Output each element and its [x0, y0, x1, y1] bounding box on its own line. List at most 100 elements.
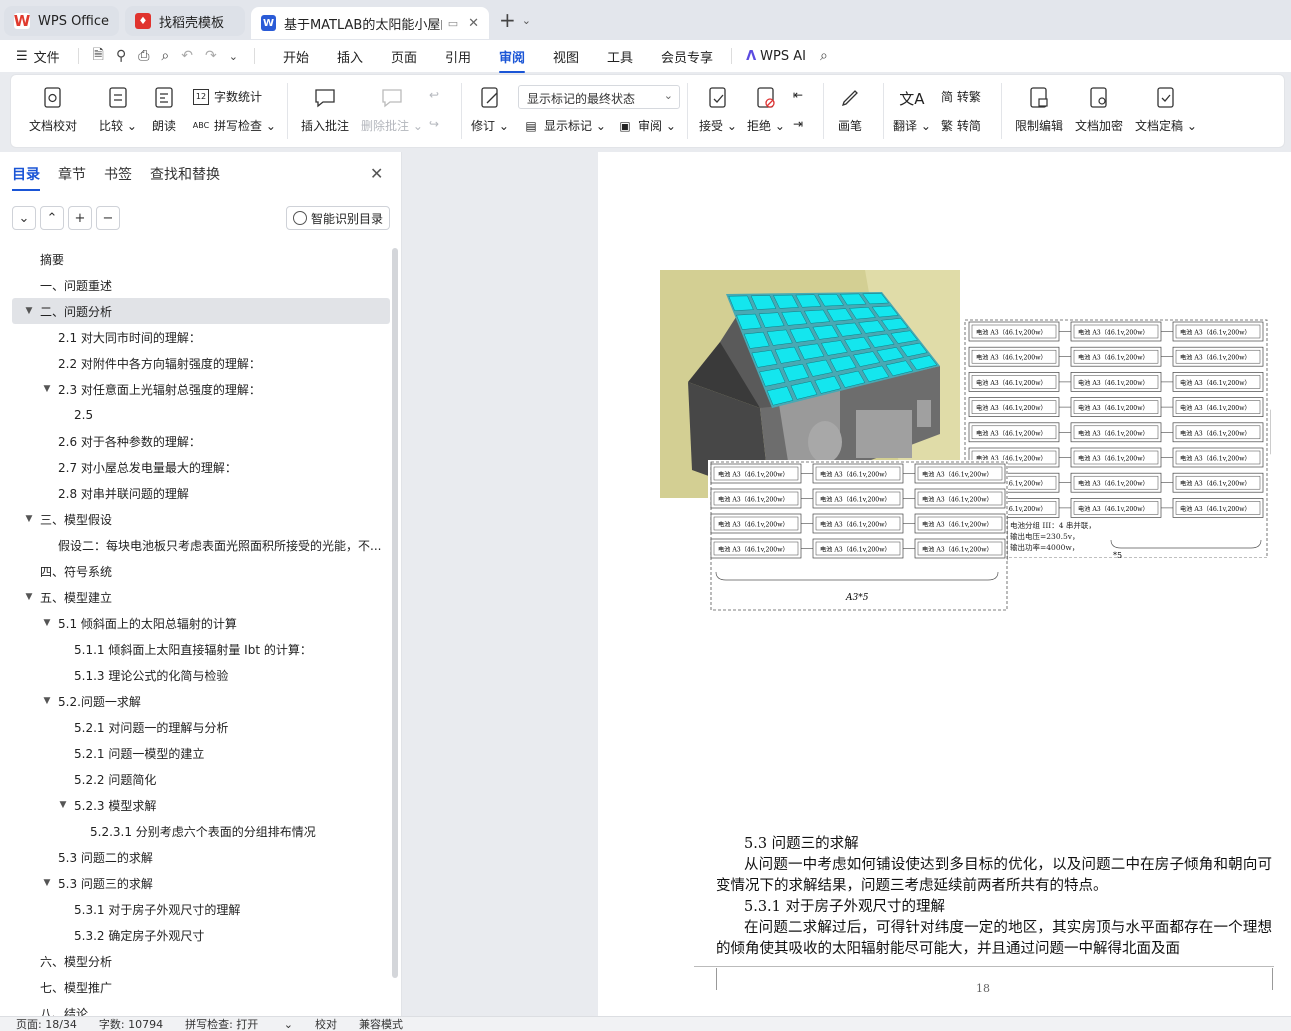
spell-check-button[interactable]: ABC 拼写检查 ⌄ — [193, 117, 276, 134]
monitor-icon[interactable]: ▭ — [448, 17, 458, 30]
expand-arrow-icon[interactable]: ▼ — [22, 592, 36, 602]
translate-button[interactable]: 文A 翻译 ⌄ — [893, 85, 931, 134]
new-tab-icon[interactable]: + — [499, 8, 516, 32]
nav-tab-sections[interactable]: 章节 — [58, 164, 86, 184]
toc-item[interactable]: 5.1.3 理论公式的化简与检验 — [12, 662, 390, 688]
toc-item[interactable]: 5.3.2 确定房子外观尺寸 — [12, 922, 390, 948]
toc-item[interactable]: 2.5 — [12, 402, 390, 428]
toc-item[interactable]: 5.2.1 问题一模型的建立 — [12, 740, 390, 766]
smart-toc-button[interactable]: 智能识别目录 — [286, 206, 391, 230]
markup-state-dropdown[interactable]: 显示标记的最终状态 ⌄ — [518, 85, 680, 109]
pen-button[interactable]: 画笔 — [837, 85, 863, 134]
tab-review[interactable]: 审阅 — [499, 47, 526, 73]
toc-item[interactable]: 2.2 对附件中各方向辐射强度的理解： — [12, 350, 390, 376]
page-indicator[interactable]: 页面: 18/34 — [16, 1017, 77, 1031]
close-icon[interactable]: ✕ — [370, 164, 383, 183]
to-traditional-button[interactable]: 简 转繁 — [941, 88, 981, 105]
tab-wps-office[interactable]: W WPS Office — [4, 6, 120, 36]
delete-comment-button[interactable]: 删除批注 ⌄ — [361, 85, 423, 134]
encrypt-button[interactable]: 文档加密 — [1075, 85, 1123, 134]
body-text[interactable]: 5.3 问题三的求解 从问题一中考虑如何铺设使达到多目标的优化，以及问题二中在房… — [716, 834, 1272, 960]
expand-arrow-icon[interactable]: ▼ — [40, 696, 54, 706]
show-markup-button[interactable]: ▤ 显示标记 ⌄ — [523, 117, 606, 134]
chevron-down-icon[interactable]: ⌄ — [229, 50, 238, 63]
toc-item[interactable]: 5.3.1 对于房子外观尺寸的理解 — [12, 896, 390, 922]
tab-insert[interactable]: 插入 — [337, 47, 363, 66]
toc-item[interactable]: 假设二：每块电池板只考虑表面光照面积所接受的光能，不... — [12, 532, 390, 558]
document-page[interactable]: 电池 A3（46.1v,200w） 电池 A3（46.1v,200w） 电池 A3（… — [598, 152, 1291, 1016]
document-area[interactable]: 电池 A3（46.1v,200w） 电池 A3（46.1v,200w） 电池 A3（… — [403, 152, 1291, 1016]
toc-item[interactable]: ▼ 三、模型假设 — [12, 506, 390, 532]
toc-item[interactable]: 六、模型分析 — [12, 948, 390, 974]
toc-item[interactable]: ▼ 5.1 倾斜面上的太阳总辐射的计算 — [12, 610, 390, 636]
word-count-button[interactable]: 12 字数统计 — [193, 88, 262, 105]
remove-heading-icon[interactable]: − — [96, 206, 120, 230]
link-icon[interactable]: ⚲ — [116, 48, 126, 64]
word-count-status[interactable]: 字数: 10794 — [99, 1017, 163, 1031]
restrict-edit-button[interactable]: 限制编辑 — [1015, 85, 1063, 134]
toc-item[interactable]: ▼ 2.3 对任意面上光辐射总强度的理解： — [12, 376, 390, 402]
toc-item[interactable]: ▼ 5.2.问题一求解 — [12, 688, 390, 714]
toc-item[interactable]: ▼ 五、模型建立 — [12, 584, 390, 610]
toc-item[interactable]: 2.6 对于各种参数的理解： — [12, 428, 390, 454]
collapse-up-icon[interactable]: ⌃ — [40, 206, 64, 230]
add-heading-icon[interactable]: + — [68, 206, 92, 230]
tab-home[interactable]: 开始 — [283, 47, 309, 66]
insert-comment-button[interactable]: 插入批注 — [301, 85, 349, 134]
expand-arrow-icon[interactable]: ▼ — [22, 514, 36, 524]
expand-arrow-icon[interactable]: ▼ — [40, 878, 54, 888]
search-icon[interactable]: ⌕ — [820, 48, 828, 64]
toc-item[interactable]: 5.1.1 倾斜面上太阳直接辐射量 Ibt 的计算： — [12, 636, 390, 662]
tab-document[interactable]: W 基于MATLAB的太阳能小屋的 ▭ ✕ — [251, 7, 490, 39]
read-aloud-button[interactable]: 朗读 — [151, 85, 177, 134]
save-icon[interactable]: 🗎 — [93, 44, 104, 68]
tab-tools[interactable]: 工具 — [607, 47, 633, 66]
toc-item[interactable]: ▼ 5.3 问题三的求解 — [12, 870, 390, 896]
toc-item[interactable]: 5.2.2 问题简化 — [12, 766, 390, 792]
toc-item[interactable]: 四、符号系统 — [12, 558, 390, 584]
toc-item[interactable]: 2.8 对串并联问题的理解 — [12, 480, 390, 506]
toc-item[interactable]: ▼ 5.2.3 模型求解 — [12, 792, 390, 818]
finalize-button[interactable]: 文档定稿 ⌄ — [1135, 85, 1197, 134]
doc-check-button[interactable]: 文档校对 — [29, 85, 77, 134]
previous-comment-icon[interactable]: ↩ — [429, 88, 439, 102]
toc-item[interactable]: 一、问题重述 — [12, 272, 390, 298]
print-icon[interactable]: ⎙ — [138, 48, 149, 64]
toc-item[interactable]: 2.1 对大同市时间的理解： — [12, 324, 390, 350]
expand-arrow-icon[interactable]: ▼ — [40, 384, 54, 394]
print-preview-icon[interactable]: ⌕ — [161, 48, 169, 64]
spell-check-status[interactable]: 拼写检查: 打开 ⌄ — [185, 1017, 293, 1031]
chevron-down-icon[interactable]: ⌄ — [522, 14, 531, 27]
wps-ai-button[interactable]: ᐱ WPS AI — [746, 49, 806, 64]
toc-item[interactable]: 七、模型推广 — [12, 974, 390, 1000]
tab-page[interactable]: 页面 — [391, 47, 417, 66]
close-tab-icon[interactable]: ✕ — [468, 16, 479, 31]
file-menu[interactable]: ☰ 文件 — [16, 47, 60, 66]
toc-item[interactable]: 5.2.1 对问题一的理解与分析 — [12, 714, 390, 740]
toc-item[interactable]: 5.2.3.1 分别考虑六个表面的分组排布情况 — [12, 818, 390, 844]
expand-arrow-icon[interactable]: ▼ — [40, 618, 54, 628]
tab-member[interactable]: 会员专享 — [661, 47, 713, 66]
review-pane-button[interactable]: ▣ 审阅 ⌄ — [617, 117, 676, 134]
tab-docer-templates[interactable]: ♦ 找稻壳模板 — [125, 6, 246, 36]
next-change-icon[interactable]: ⇥ — [793, 117, 803, 131]
toc-item[interactable]: ▼ 二、问题分析 — [12, 298, 390, 324]
expand-arrow-icon[interactable]: ▼ — [22, 306, 36, 316]
nav-scrollbar[interactable] — [392, 248, 398, 978]
next-comment-icon[interactable]: ↪ — [429, 117, 439, 131]
toc-item[interactable]: 摘要 — [12, 246, 390, 272]
tab-references[interactable]: 引用 — [445, 47, 471, 66]
nav-tab-toc[interactable]: 目录 — [12, 164, 40, 191]
nav-tab-bookmarks[interactable]: 书签 — [104, 164, 132, 184]
toc-item[interactable]: 2.7 对小屋总发电量最大的理解： — [12, 454, 390, 480]
proof-status[interactable]: 校对 — [315, 1017, 337, 1031]
revise-button[interactable]: 修订 ⌄ — [471, 85, 509, 134]
undo-icon[interactable]: ↶ — [181, 48, 193, 64]
nav-tab-find-replace[interactable]: 查找和替换 — [150, 164, 220, 184]
reject-button[interactable]: 拒绝 ⌄ — [747, 85, 785, 134]
to-simplified-button[interactable]: 繁 转简 — [941, 117, 981, 134]
redo-icon[interactable]: ↷ — [205, 48, 217, 64]
toc-item[interactable]: 5.3 问题二的求解 — [12, 844, 390, 870]
tab-view[interactable]: 视图 — [553, 47, 579, 66]
compare-button[interactable]: 比较 ⌄ — [99, 85, 137, 134]
